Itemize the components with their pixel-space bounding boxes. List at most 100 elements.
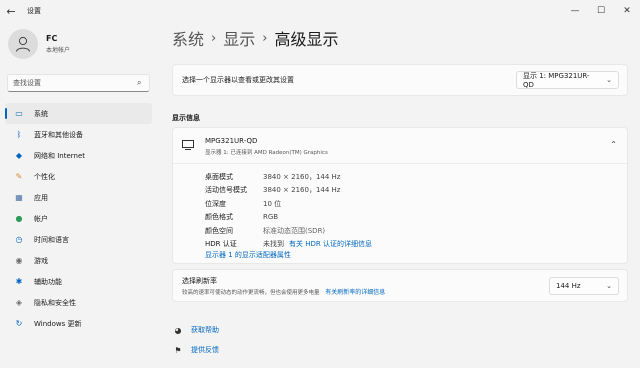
brush-icon: ✎ <box>15 172 23 181</box>
sidebar-item-label: Windows 更新 <box>34 319 82 328</box>
globe-clock-icon: ◷ <box>15 235 23 244</box>
account-type: 本地帐户 <box>46 47 71 54</box>
display-dropdown[interactable]: 显示 1: MPG321UR-QD ⌄ <box>516 71 619 89</box>
monitor-icon: ▭ <box>15 109 23 118</box>
feedback-icon: ⚑ <box>174 345 182 355</box>
display-info-card: MPG321UR-QD 显示器 1: 已连接到 AMD Radeon(TM) G… <box>172 127 628 264</box>
refresh-rate-dropdown[interactable]: 144 Hz ⌄ <box>549 277 619 295</box>
select-display-label: 选择一个显示器以查看或更改其设置 <box>182 76 294 84</box>
avatar <box>8 29 38 59</box>
sidebar-item-label: 应用 <box>34 193 48 202</box>
monitor-name: MPG321UR-QD <box>205 137 258 145</box>
sidebar-item-label: 隐私和安全性 <box>34 298 76 307</box>
sidebar-item-network[interactable]: ◆ 网络和 Internet <box>5 145 152 166</box>
chevron-down-icon: ⌄ <box>606 282 612 290</box>
title-bar: ← 设置 — ☐ ✕ <box>0 0 640 22</box>
chevron-down-icon: ⌄ <box>606 76 612 84</box>
chevron-right-icon: › <box>211 30 217 46</box>
select-display-card: 选择一个显示器以查看或更改其设置 显示 1: MPG321UR-QD ⌄ <box>172 64 628 96</box>
shield-icon: ◈ <box>15 298 23 307</box>
chevron-up-icon[interactable]: ⌃ <box>610 140 617 149</box>
feedback-row[interactable]: ⚑ 提供反馈 <box>172 340 219 360</box>
person-icon <box>16 36 30 52</box>
sidebar-item-accounts[interactable]: ● 帐户 <box>5 208 152 229</box>
chevron-right-icon: › <box>262 30 268 46</box>
breadcrumb-display[interactable]: 显示 <box>223 26 255 50</box>
back-arrow-icon[interactable]: ← <box>3 3 19 19</box>
apps-icon: ▦ <box>15 193 23 202</box>
info-row: HDR 认证 未找到 有关 HDR 认证的详细信息 <box>205 238 372 252</box>
sidebar-item-privacy[interactable]: ◈ 隐私和安全性 <box>5 292 152 313</box>
wifi-icon: ◆ <box>15 151 23 160</box>
update-icon: ↻ <box>15 319 23 328</box>
info-row: 颜色格式 RGB <box>205 211 372 225</box>
close-icon[interactable]: ✕ <box>614 0 640 22</box>
monitor-info-rows: 桌面模式 3840 × 2160，144 Hz 活动信号模式 3840 × 21… <box>205 170 372 251</box>
gamepad-icon: ◉ <box>15 256 23 265</box>
sidebar: FC 本地帐户 ⌕ ▭ 系统 ᛒ 蓝牙和其他设备 ◆ 网络和 Internet … <box>0 22 160 368</box>
info-key: HDR 认证 <box>205 240 237 249</box>
sidebar-item-label: 游戏 <box>34 256 48 265</box>
page-title: 高级显示 <box>274 30 339 49</box>
monitor-icon <box>182 140 194 150</box>
info-value: 未找到 <box>263 240 284 249</box>
sidebar-item-gaming[interactable]: ◉ 游戏 <box>5 250 152 271</box>
sidebar-item-label: 辅助功能 <box>34 277 62 286</box>
help-icon: ◕ <box>174 325 182 335</box>
info-value: RGB <box>263 213 279 222</box>
minimize-icon[interactable]: — <box>562 0 588 22</box>
search-icon[interactable]: ⌕ <box>137 78 141 88</box>
info-value: 标准动态范围(SDR) <box>263 226 326 235</box>
info-row: 活动信号模式 3840 × 2160，144 Hz <box>205 184 372 198</box>
sidebar-item-label: 蓝牙和其他设备 <box>34 130 83 139</box>
info-value: 10 位 <box>263 199 282 208</box>
refresh-rate-label: 选择刷新率 <box>182 277 217 285</box>
info-value: 3840 × 2160，144 Hz <box>263 172 341 181</box>
refresh-rate-card: 选择刷新率 较高的速率可使动态的动作更流畅，但也会使用更多电量 有关刷新率的详细… <box>172 269 628 302</box>
adapter-properties-link[interactable]: 显示器 1 的显示适配器属性 <box>205 250 291 260</box>
section-title: 显示信息 <box>172 114 200 122</box>
sidebar-nav: ▭ 系统 ᛒ 蓝牙和其他设备 ◆ 网络和 Internet ✎ 个性化 ▦ 应用… <box>5 103 152 334</box>
person-icon: ● <box>15 214 23 223</box>
info-row: 颜色空间 标准动态范围(SDR) <box>205 224 372 238</box>
info-key: 颜色空间 <box>205 226 233 235</box>
sidebar-item-time-language[interactable]: ◷ 时间和语言 <box>5 229 152 250</box>
info-key: 活动信号模式 <box>205 186 247 195</box>
hdr-cert-link[interactable]: 有关 HDR 认证的详细信息 <box>289 239 372 249</box>
sidebar-item-apps[interactable]: ▦ 应用 <box>5 187 152 208</box>
info-row: 位深度 10 位 <box>205 197 372 211</box>
sidebar-item-accessibility[interactable]: ✱ 辅助功能 <box>5 271 152 292</box>
breadcrumb: 系统 › 显示 › 高级显示 <box>172 26 338 50</box>
sidebar-item-personalization[interactable]: ✎ 个性化 <box>5 166 152 187</box>
sidebar-item-label: 个性化 <box>34 172 55 181</box>
info-key: 颜色格式 <box>205 213 233 222</box>
info-key: 桌面模式 <box>205 172 233 181</box>
breadcrumb-system[interactable]: 系统 <box>172 26 204 50</box>
refresh-rate-link[interactable]: 有关刷新率的详细信息 <box>325 289 385 296</box>
window-title: 设置 <box>27 7 41 15</box>
maximize-icon[interactable]: ☐ <box>588 0 614 22</box>
monitor-subtitle: 显示器 1: 已连接到 AMD Radeon(TM) Graphics <box>205 150 328 156</box>
sidebar-item-label: 时间和语言 <box>34 235 69 244</box>
feedback-link[interactable]: 提供反馈 <box>191 345 219 355</box>
search-box[interactable]: ⌕ <box>7 74 150 92</box>
sidebar-item-label: 网络和 Internet <box>34 151 86 160</box>
get-help-row[interactable]: ◕ 获取帮助 <box>172 320 220 340</box>
refresh-rate-desc-text: 较高的速率可使动态的动作更流畅，但也会使用更多电量 <box>182 290 320 296</box>
user-name: FC <box>46 34 58 43</box>
display-dropdown-value: 显示 1: MPG321UR-QD <box>523 72 590 89</box>
sidebar-item-bluetooth[interactable]: ᛒ 蓝牙和其他设备 <box>5 124 152 145</box>
sidebar-item-label: 帐户 <box>34 214 48 223</box>
get-help-link[interactable]: 获取帮助 <box>191 325 219 335</box>
search-input[interactable] <box>13 79 133 87</box>
help-links: ◕ 获取帮助 ⚑ 提供反馈 <box>172 320 219 360</box>
user-profile[interactable]: FC 本地帐户 <box>8 29 70 59</box>
refresh-rate-desc: 较高的速率可使动态的动作更流畅，但也会使用更多电量 有关刷新率的详细信息 <box>182 287 385 296</box>
monitor-header[interactable]: MPG321UR-QD 显示器 1: 已连接到 AMD Radeon(TM) G… <box>173 128 627 164</box>
bluetooth-icon: ᛒ <box>16 130 22 139</box>
window-controls: — ☐ ✕ <box>562 0 640 22</box>
sidebar-item-label: 系统 <box>34 109 48 118</box>
accessibility-icon: ✱ <box>15 277 23 286</box>
sidebar-item-system[interactable]: ▭ 系统 <box>5 103 152 124</box>
sidebar-item-windows-update[interactable]: ↻ Windows 更新 <box>5 313 152 334</box>
